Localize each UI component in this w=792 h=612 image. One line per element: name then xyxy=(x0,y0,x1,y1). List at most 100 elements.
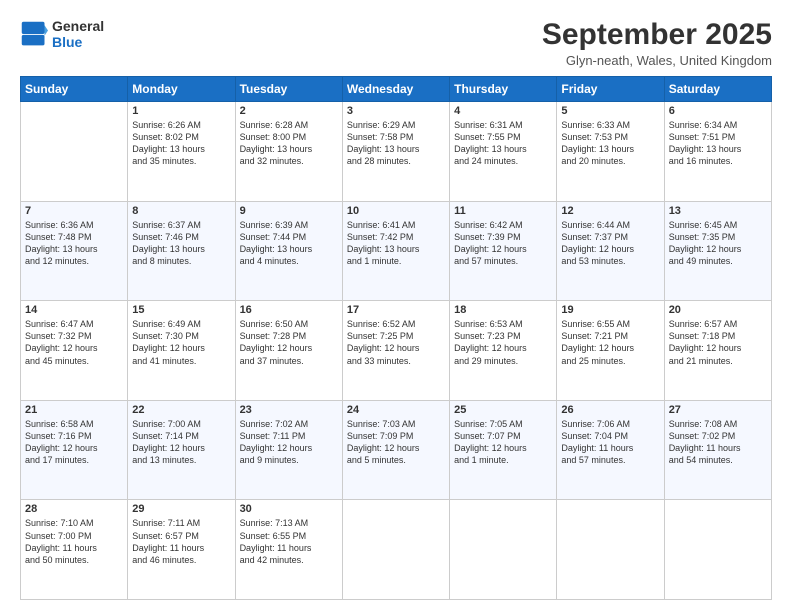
cell-info: Daylight: 12 hours xyxy=(454,342,552,354)
calendar-cell: 17Sunrise: 6:52 AMSunset: 7:25 PMDayligh… xyxy=(342,301,449,401)
cell-info: Daylight: 12 hours xyxy=(25,442,123,454)
day-header-thursday: Thursday xyxy=(450,77,557,102)
day-header-sunday: Sunday xyxy=(21,77,128,102)
cell-info: Daylight: 13 hours xyxy=(132,143,230,155)
cell-info: Sunset: 7:55 PM xyxy=(454,131,552,143)
cell-info: Sunset: 8:02 PM xyxy=(132,131,230,143)
cell-info: Daylight: 12 hours xyxy=(25,342,123,354)
cell-info: and 42 minutes. xyxy=(240,554,338,566)
cell-info: Daylight: 13 hours xyxy=(454,143,552,155)
cell-info: Sunrise: 6:39 AM xyxy=(240,219,338,231)
cell-info: Daylight: 12 hours xyxy=(132,442,230,454)
cell-info: and 17 minutes. xyxy=(25,454,123,466)
cell-info: Daylight: 12 hours xyxy=(561,243,659,255)
day-number: 21 xyxy=(25,404,123,416)
cell-info: Daylight: 11 hours xyxy=(561,442,659,454)
location: Glyn-neath, Wales, United Kingdom xyxy=(542,53,772,68)
cell-info: and 57 minutes. xyxy=(561,454,659,466)
day-number: 5 xyxy=(561,105,659,117)
cell-info: Daylight: 13 hours xyxy=(347,143,445,155)
cell-info: Daylight: 13 hours xyxy=(561,143,659,155)
cell-info: Sunrise: 6:36 AM xyxy=(25,219,123,231)
cell-info: Daylight: 12 hours xyxy=(669,342,767,354)
cell-info: Sunset: 7:30 PM xyxy=(132,330,230,342)
day-header-monday: Monday xyxy=(128,77,235,102)
day-number: 23 xyxy=(240,404,338,416)
cell-info: Daylight: 12 hours xyxy=(240,442,338,454)
logo-text: General Blue xyxy=(52,18,104,50)
cell-info: Daylight: 12 hours xyxy=(454,442,552,454)
cell-info: and 46 minutes. xyxy=(132,554,230,566)
calendar-cell: 1Sunrise: 6:26 AMSunset: 8:02 PMDaylight… xyxy=(128,102,235,202)
calendar-cell: 22Sunrise: 7:00 AMSunset: 7:14 PMDayligh… xyxy=(128,400,235,500)
day-number: 20 xyxy=(669,304,767,316)
cell-info: Sunset: 7:14 PM xyxy=(132,430,230,442)
cell-info: Daylight: 11 hours xyxy=(669,442,767,454)
cell-info: Daylight: 12 hours xyxy=(132,342,230,354)
day-number: 6 xyxy=(669,105,767,117)
cell-info: and 50 minutes. xyxy=(25,554,123,566)
logo: General Blue xyxy=(20,18,104,50)
day-number: 9 xyxy=(240,205,338,217)
cell-info: and 28 minutes. xyxy=(347,155,445,167)
title-block: September 2025 Glyn-neath, Wales, United… xyxy=(542,18,772,68)
cell-info: Sunrise: 6:50 AM xyxy=(240,318,338,330)
day-header-tuesday: Tuesday xyxy=(235,77,342,102)
calendar-cell: 16Sunrise: 6:50 AMSunset: 7:28 PMDayligh… xyxy=(235,301,342,401)
day-header-wednesday: Wednesday xyxy=(342,77,449,102)
cell-info: Daylight: 12 hours xyxy=(347,442,445,454)
calendar-cell: 3Sunrise: 6:29 AMSunset: 7:58 PMDaylight… xyxy=(342,102,449,202)
cell-info: Daylight: 12 hours xyxy=(669,243,767,255)
cell-info: Sunrise: 7:11 AM xyxy=(132,517,230,529)
day-number: 24 xyxy=(347,404,445,416)
cell-info: Daylight: 13 hours xyxy=(347,243,445,255)
day-number: 17 xyxy=(347,304,445,316)
cell-info: Sunrise: 6:52 AM xyxy=(347,318,445,330)
calendar-cell xyxy=(664,500,771,600)
cell-info: and 5 minutes. xyxy=(347,454,445,466)
cell-info: Daylight: 13 hours xyxy=(240,243,338,255)
calendar-cell: 20Sunrise: 6:57 AMSunset: 7:18 PMDayligh… xyxy=(664,301,771,401)
cell-info: and 1 minute. xyxy=(454,454,552,466)
day-number: 18 xyxy=(454,304,552,316)
cell-info: Sunrise: 6:57 AM xyxy=(669,318,767,330)
cell-info: and 35 minutes. xyxy=(132,155,230,167)
cell-info: Daylight: 11 hours xyxy=(132,542,230,554)
cell-info: Sunset: 7:00 PM xyxy=(25,530,123,542)
calendar-cell: 13Sunrise: 6:45 AMSunset: 7:35 PMDayligh… xyxy=(664,201,771,301)
cell-info: Sunset: 6:57 PM xyxy=(132,530,230,542)
calendar-cell: 21Sunrise: 6:58 AMSunset: 7:16 PMDayligh… xyxy=(21,400,128,500)
cell-info: Sunrise: 6:53 AM xyxy=(454,318,552,330)
cell-info: and 16 minutes. xyxy=(669,155,767,167)
calendar-cell: 9 Sunrise: 6:39 AMSunset: 7:44 PMDaylight… xyxy=(235,201,342,301)
cell-info: Sunset: 7:07 PM xyxy=(454,430,552,442)
calendar-cell: 29Sunrise: 7:11 AMSunset: 6:57 PMDayligh… xyxy=(128,500,235,600)
calendar-cell: 30Sunrise: 7:13 AMSunset: 6:55 PMDayligh… xyxy=(235,500,342,600)
day-number: 1 xyxy=(132,105,230,117)
cell-info: Sunrise: 7:08 AM xyxy=(669,418,767,430)
cell-info: Daylight: 13 hours xyxy=(669,143,767,155)
cell-info: Daylight: 12 hours xyxy=(240,342,338,354)
cell-info: and 33 minutes. xyxy=(347,355,445,367)
day-number: 12 xyxy=(561,205,659,217)
cell-info: Sunset: 7:48 PM xyxy=(25,231,123,243)
calendar-cell: 11Sunrise: 6:42 AMSunset: 7:39 PMDayligh… xyxy=(450,201,557,301)
cell-info: and 29 minutes. xyxy=(454,355,552,367)
cell-info: and 45 minutes. xyxy=(25,355,123,367)
calendar-cell: 12Sunrise: 6:44 AMSunset: 7:37 PMDayligh… xyxy=(557,201,664,301)
day-number: 22 xyxy=(132,404,230,416)
cell-info: Sunset: 7:11 PM xyxy=(240,430,338,442)
cell-info: Sunset: 7:02 PM xyxy=(669,430,767,442)
cell-info: Sunset: 7:53 PM xyxy=(561,131,659,143)
cell-info: Sunset: 7:46 PM xyxy=(132,231,230,243)
cell-info: Sunrise: 6:47 AM xyxy=(25,318,123,330)
cell-info: and 57 minutes. xyxy=(454,255,552,267)
logo-icon xyxy=(20,20,48,48)
day-header-saturday: Saturday xyxy=(664,77,771,102)
calendar-cell: 27Sunrise: 7:08 AMSunset: 7:02 PMDayligh… xyxy=(664,400,771,500)
cell-info: Daylight: 13 hours xyxy=(25,243,123,255)
cell-info: Sunset: 7:44 PM xyxy=(240,231,338,243)
calendar-cell: 5Sunrise: 6:33 AMSunset: 7:53 PMDaylight… xyxy=(557,102,664,202)
day-number: 2 xyxy=(240,105,338,117)
cell-info: and 37 minutes. xyxy=(240,355,338,367)
